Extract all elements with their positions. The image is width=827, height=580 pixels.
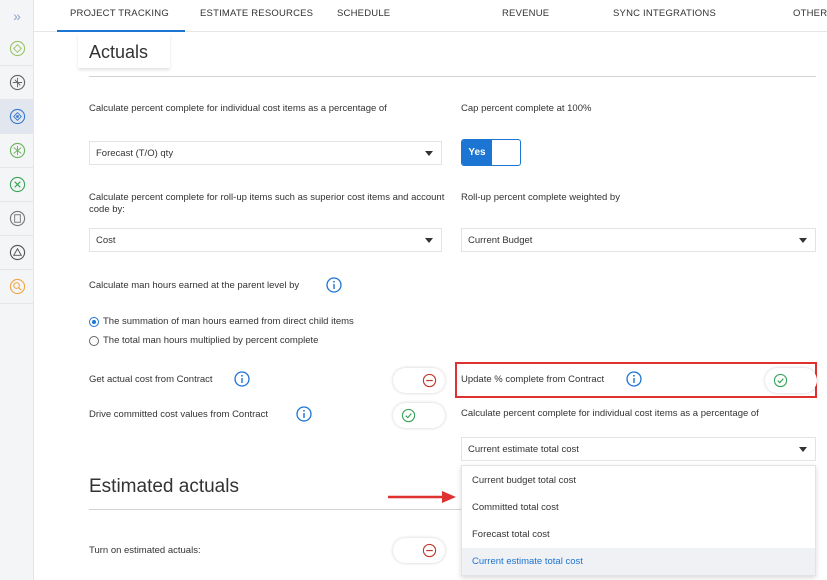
pct-individual-label: Calculate percent complete for individua…	[89, 103, 387, 114]
tab-schedule[interactable]: SCHEDULE	[337, 8, 390, 19]
radio-summation[interactable]	[89, 317, 99, 327]
menu-item-forecast[interactable]: Forecast total cost	[462, 521, 815, 548]
rail-item-1[interactable]	[0, 32, 34, 66]
active-tab-indicator	[57, 30, 185, 32]
actuals-title: Actuals	[89, 42, 149, 62]
info-icon[interactable]	[296, 406, 312, 422]
radio-total-manhours[interactable]	[89, 336, 99, 346]
tab-estimate-resources[interactable]: ESTIMATE RESOURCES	[200, 8, 313, 19]
rail-item-6[interactable]	[0, 202, 34, 236]
estimated-actuals-divider	[89, 509, 461, 510]
actuals-divider	[89, 76, 816, 77]
radio-total-manhours-label: The total man hours multiplied by percen…	[103, 335, 319, 346]
red-arrow-icon	[388, 491, 456, 503]
rollup-value: Cost	[96, 234, 116, 246]
committed-toggle[interactable]	[393, 403, 445, 428]
tab-revenue[interactable]: REVENUE	[502, 8, 549, 19]
update-pct-label: Update % complete from Contract	[461, 374, 605, 385]
pct-individual-select[interactable]: Forecast (T/O) qty	[89, 141, 442, 165]
weighted-select[interactable]: Current Budget	[461, 228, 816, 252]
manhours-label: Calculate man hours earned at the parent…	[89, 280, 300, 291]
rail-item-4[interactable]	[0, 134, 34, 168]
check-circle-icon	[773, 373, 788, 388]
actual-cost-toggle[interactable]	[393, 368, 445, 393]
tab-others[interactable]: OTHERS	[793, 8, 827, 19]
turn-on-estimated-toggle[interactable]	[393, 538, 445, 563]
committed-label: Drive committed cost values from Contrac…	[89, 409, 268, 420]
info-icon[interactable]	[234, 371, 250, 387]
check-circle-icon	[401, 408, 416, 423]
cap-pct-toggle[interactable]: Yes	[461, 139, 521, 166]
module-icon-3	[9, 108, 25, 125]
turn-on-estimated-label: Turn on estimated actuals:	[89, 545, 201, 556]
calc-pct-dropdown-menu: Current budget total cost Committed tota…	[461, 465, 816, 576]
radio-summation-label: The summation of man hours earned from d…	[103, 316, 354, 327]
module-icon-5	[9, 176, 25, 193]
weighted-label: Roll-up percent complete weighted by	[461, 192, 620, 203]
pct-individual-value: Forecast (T/O) qty	[96, 147, 174, 159]
rail-item-8[interactable]	[0, 270, 34, 304]
calc-pct-select[interactable]: Current estimate total cost	[461, 437, 816, 461]
chevron-down-icon	[425, 151, 433, 156]
actual-cost-label: Get actual cost from Contract	[89, 374, 213, 385]
minus-circle-icon	[422, 543, 437, 558]
rail-item-7[interactable]	[0, 236, 34, 270]
left-rail: »	[0, 0, 34, 580]
module-icon-4	[9, 142, 25, 159]
info-icon[interactable]	[326, 277, 342, 293]
expand-rail-icon[interactable]: »	[0, 0, 34, 32]
menu-item-current-budget[interactable]: Current budget total cost	[462, 467, 815, 494]
cap-pct-toggle-label: Yes	[462, 140, 492, 165]
weighted-value: Current Budget	[468, 234, 533, 246]
rail-item-2[interactable]	[0, 66, 34, 100]
tab-project-tracking[interactable]: PROJECT TRACKING	[70, 8, 169, 19]
tab-bar: PROJECT TRACKING ESTIMATE RESOURCES SCHE…	[34, 0, 827, 32]
chevron-down-icon	[799, 447, 807, 452]
module-icon-2	[9, 74, 25, 91]
rail-item-3[interactable]	[0, 100, 34, 134]
minus-circle-icon	[422, 373, 437, 388]
module-icon-8	[9, 278, 25, 295]
menu-item-current-estimate[interactable]: Current estimate total cost	[462, 548, 815, 575]
rollup-label: Calculate percent complete for roll-up i…	[89, 192, 445, 215]
info-icon[interactable]	[626, 371, 642, 387]
module-icon-7	[9, 244, 25, 261]
chevron-down-icon	[799, 238, 807, 243]
update-pct-toggle[interactable]	[765, 368, 817, 393]
tab-sync-integrations[interactable]: SYNC INTEGRATIONS	[613, 8, 716, 19]
calc-pct-value: Current estimate total cost	[468, 443, 579, 455]
chevron-down-icon	[425, 238, 433, 243]
estimated-actuals-title: Estimated actuals	[89, 476, 239, 497]
rollup-select[interactable]: Cost	[89, 228, 442, 252]
menu-item-committed[interactable]: Committed total cost	[462, 494, 815, 521]
module-icon-1	[9, 40, 25, 57]
rail-item-5[interactable]	[0, 168, 34, 202]
module-icon-6	[9, 210, 25, 227]
calc-pct-label: Calculate percent complete for individua…	[461, 408, 759, 419]
cap-pct-label: Cap percent complete at 100%	[461, 103, 592, 114]
